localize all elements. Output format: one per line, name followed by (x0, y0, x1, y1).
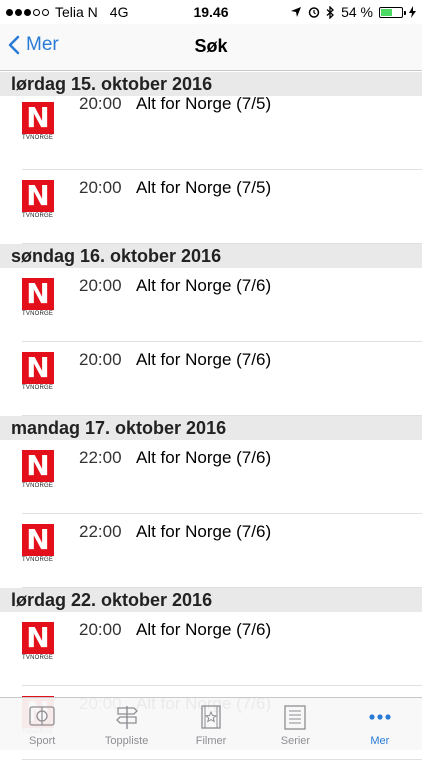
channel-name: TVNORGE (22, 135, 54, 141)
section-date-header: søndag 16. oktober 2016 (0, 244, 422, 268)
bluetooth-icon (326, 5, 335, 19)
tvnorge-logo: NTVNORGE (22, 102, 54, 142)
channel-name: TVNORGE (22, 385, 54, 391)
section-date-header: lørdag 22. oktober 2016 (0, 588, 422, 612)
tab-label: Serier (280, 735, 311, 747)
tab-toppliste[interactable]: Toppliste (84, 698, 168, 750)
channel-logo-letter: N (22, 622, 54, 654)
program-row[interactable]: N TVNORGE 22:00 Alt for Norge (7/6) (0, 440, 422, 514)
channel-name: TVNORGE (22, 311, 54, 317)
tvnorge-logo: NTVNORGE (22, 180, 54, 220)
tab-label: Sport (29, 735, 56, 747)
more-dots-icon (369, 714, 391, 720)
tab-mer[interactable]: Mer (338, 698, 422, 750)
row-divider (22, 587, 422, 588)
program-row[interactable]: NTVNORGE 20:00 Alt for Norge (7/6) (0, 268, 422, 342)
battery-percent: 54 % (341, 4, 373, 20)
location-icon (291, 7, 302, 17)
program-time: 22:00 (79, 522, 122, 541)
battery-icon (379, 6, 406, 18)
section-date-header: lørdag 15. oktober 2016 (0, 72, 422, 96)
tab-label: Mer (370, 735, 390, 747)
search-results-list[interactable]: lørdag 15. oktober 2016 N TVNORGE 20:00 Alt … (0, 72, 422, 760)
program-title: Alt for Norge (7/6) (136, 620, 272, 639)
alarm-icon (308, 7, 320, 18)
channel-name: TVNORGE (22, 483, 54, 489)
program-time: 20:00 (79, 620, 122, 639)
program-title: Alt for Norge (7/5) (136, 178, 272, 197)
row-divider (22, 415, 422, 416)
row-divider (22, 243, 422, 244)
tab-label: Toppliste (104, 735, 149, 747)
tab-label: Filmer (195, 735, 227, 747)
program-title: Alt for Norge (7/6) (136, 448, 272, 467)
status-bar: Telia N 4G 19.46 54 % (0, 0, 422, 24)
status-right: 54 % (290, 4, 416, 20)
tab-bar: Sport Toppliste Filmer Serier Mer (0, 697, 422, 750)
sport-icon (29, 706, 55, 726)
program-time: 20:00 (79, 94, 122, 113)
channel-name: TVNORGE (22, 557, 54, 563)
tab-filmer[interactable]: Filmer (169, 698, 253, 750)
tab-sport[interactable]: Sport (0, 698, 84, 750)
tvnorge-logo: NTVNORGE (22, 622, 54, 662)
film-icon (201, 705, 221, 729)
channel-logo-letter: N (22, 180, 54, 212)
channel-logo-letter: N (22, 278, 54, 310)
charging-icon (409, 6, 416, 18)
section-date-header: mandag 17. oktober 2016 (0, 416, 422, 440)
program-row[interactable]: N TVNORGE 22:00 Alt for Norge (7/6) (0, 514, 422, 588)
tvnorge-logo: NTVNORGE (22, 352, 54, 392)
channel-logo-letter: N (22, 524, 54, 556)
page-title: Søk (194, 36, 228, 56)
navigation-bar: Mer Søk (0, 24, 422, 71)
tvnorge-logo: NTVNORGE (22, 278, 54, 318)
channel-logo-letter: N (22, 450, 54, 482)
program-title: Alt for Norge (7/5) (136, 94, 272, 113)
program-row[interactable]: NTVNORGE 20:00 Alt for Norge (7/6) (0, 612, 422, 686)
channel-name: TVNORGE (22, 655, 54, 661)
channel-name: TVNORGE (22, 213, 54, 219)
program-time: 20:00 (79, 350, 122, 369)
program-row[interactable]: NTVNORGE 20:00 Alt for Norge (7/6) (0, 342, 422, 416)
tvnorge-logo: NTVNORGE (22, 450, 54, 490)
channel-logo-letter: N (22, 352, 54, 384)
channel-logo-letter: N (22, 102, 54, 134)
series-icon (284, 705, 307, 730)
program-title: Alt for Norge (7/6) (136, 276, 272, 295)
program-title: Alt for Norge (7/6) (136, 350, 272, 369)
tvnorge-logo: NTVNORGE (22, 524, 54, 564)
program-row[interactable]: N TVNORGE 20:00 Alt for Norge (7/5) (0, 170, 422, 244)
program-row[interactable]: N TVNORGE 20:00 Alt for Norge (7/5) (0, 94, 422, 170)
signpost-icon (115, 706, 138, 729)
program-title: Alt for Norge (7/6) (136, 522, 272, 541)
program-time: 20:00 (79, 276, 122, 295)
tab-serier[interactable]: Serier (253, 698, 337, 750)
program-time: 20:00 (79, 178, 122, 197)
program-time: 22:00 (79, 448, 122, 467)
